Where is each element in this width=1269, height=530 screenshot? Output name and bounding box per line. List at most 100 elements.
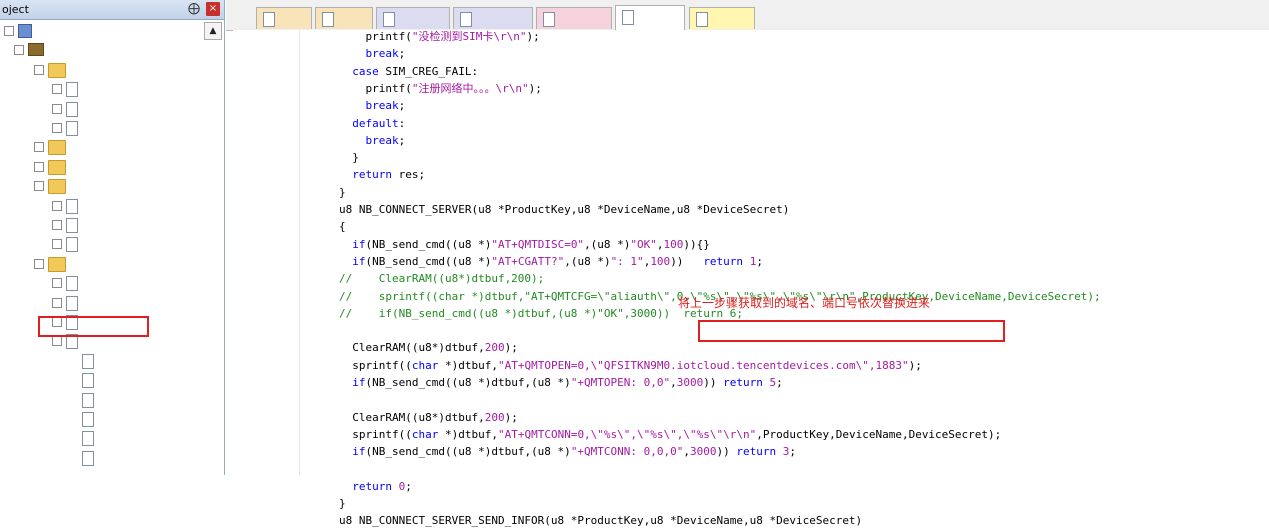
line-number: [233, 339, 291, 357]
code-line[interactable]: if(NB_send_cmd((u8 *)dtbuf,(u8 *)"+QMTCO…: [339, 443, 796, 461]
code-line[interactable]: printf("注册网络中。。。\r\n");: [339, 80, 541, 98]
expand-icon[interactable]: [52, 297, 62, 308]
tab-bc20-c[interactable]: [615, 5, 685, 30]
tree-item[interactable]: [0, 215, 200, 234]
code-line[interactable]: u8 NB_CONNECT_SERVER_SEND_INFOR(u8 *Prod…: [339, 512, 862, 530]
tree-item[interactable]: [0, 448, 200, 467]
pin-icon[interactable]: ⨁: [188, 1, 200, 15]
code-line[interactable]: break;: [339, 45, 406, 63]
code-line[interactable]: return 0;: [339, 478, 412, 496]
line-number: [233, 305, 291, 323]
file-icon: [66, 101, 78, 117]
tree-item[interactable]: [0, 428, 200, 447]
target-icon: [28, 43, 44, 57]
tree-item[interactable]: [0, 60, 200, 79]
line-number: [233, 443, 291, 461]
code-line[interactable]: ClearRAM((u8*)dtbuf,200);: [339, 409, 518, 427]
expand-icon[interactable]: [52, 123, 62, 133]
expand-icon[interactable]: [34, 161, 44, 172]
code-line[interactable]: default:: [339, 115, 405, 133]
collapse-icon[interactable]: [4, 26, 14, 36]
tree-item[interactable]: [0, 390, 200, 409]
tree-item[interactable]: [0, 21, 200, 40]
code-line[interactable]: ClearRAM((u8*)dtbuf,200);: [339, 339, 518, 357]
expand-icon[interactable]: [52, 220, 62, 230]
line-number: [233, 270, 291, 288]
expand-icon[interactable]: [52, 103, 62, 114]
tree-item[interactable]: [0, 409, 200, 428]
file-icon: [82, 412, 94, 427]
tree-item[interactable]: [0, 99, 200, 118]
tree-item[interactable]: [0, 273, 200, 292]
line-number: [233, 426, 291, 444]
folder-icon: [48, 159, 66, 175]
expand-icon[interactable]: [52, 239, 62, 250]
tree-item[interactable]: [0, 176, 200, 195]
code-editor[interactable]: printf("没检测到SIM卡\r\n"); break; case SIM_…: [233, 28, 1269, 527]
tree-item[interactable]: [0, 40, 200, 59]
code-line[interactable]: sprintf((char *)dtbuf,"AT+QMTCONN=0,\"%s…: [339, 426, 1001, 444]
collapse-icon[interactable]: [34, 181, 44, 192]
collapse-icon[interactable]: [52, 336, 62, 347]
line-number: [233, 45, 291, 63]
code-line[interactable]: break;: [339, 97, 406, 115]
tree-item[interactable]: [0, 234, 200, 253]
collapse-icon[interactable]: [14, 45, 24, 56]
code-line[interactable]: {: [339, 218, 346, 236]
line-number: [233, 80, 291, 98]
tree-item[interactable]: [0, 79, 200, 98]
project-panel-header: oject ⨁ ×: [0, 0, 224, 20]
code-line[interactable]: u8 NB_CONNECT_SERVER(u8 *ProductKey,u8 *…: [339, 201, 789, 219]
line-number: [233, 495, 291, 513]
tree-item[interactable]: [0, 293, 200, 312]
code-line[interactable]: if(NB_send_cmd((u8 *)"AT+QMTDISC=0",(u8 …: [339, 236, 710, 254]
expand-icon[interactable]: [52, 84, 62, 95]
collapse-icon[interactable]: [34, 64, 44, 75]
project-panel: oject ⨁ × ▲: [0, 0, 225, 475]
close-icon[interactable]: ×: [206, 2, 220, 16]
code-line[interactable]: printf("没检测到SIM卡\r\n");: [339, 28, 539, 46]
code-line[interactable]: }: [339, 495, 346, 513]
code-line[interactable]: case SIM_CREG_FAIL:: [339, 63, 478, 81]
tree-item[interactable]: [0, 157, 200, 176]
line-number: [233, 253, 291, 271]
code-line[interactable]: }: [339, 149, 359, 167]
code-line[interactable]: sprintf((char *)dtbuf,"AT+QMTOPEN=0,\"QF…: [339, 357, 922, 375]
expand-icon[interactable]: [52, 278, 62, 289]
file-icon: [82, 450, 94, 466]
code-line[interactable]: if(NB_send_cmd((u8 *)"AT+CGATT?",(u8 *)"…: [339, 253, 763, 271]
code-line[interactable]: // ClearRAM((u8*)dtbuf,200);: [339, 270, 544, 288]
tree-item[interactable]: [0, 137, 200, 156]
tab-bc20-h[interactable]: [689, 7, 755, 29]
file-icon: [622, 10, 634, 25]
tree-item[interactable]: [0, 196, 200, 215]
file-icon: [66, 218, 78, 233]
tab-main-c[interactable]: [536, 7, 612, 29]
tab-led-c[interactable]: [315, 7, 373, 29]
annotation-text: 将上一步骤获取到的域名、端口号依次替换进来: [678, 296, 931, 310]
tab-led-h[interactable]: [256, 7, 312, 29]
scroll-up-arrow[interactable]: ▲: [204, 22, 222, 40]
tab-dht11-h[interactable]: [376, 7, 450, 29]
file-icon: [696, 12, 708, 27]
line-number: [233, 236, 291, 254]
tree-item[interactable]: [0, 370, 200, 389]
code-line[interactable]: return res;: [339, 166, 425, 184]
file-icon: [460, 12, 472, 27]
code-line[interactable]: break;: [339, 132, 406, 150]
file-icon: [66, 295, 78, 311]
folder-icon: [48, 179, 66, 195]
file-icon: [82, 392, 94, 408]
line-number: [233, 461, 291, 479]
file-icon: [82, 353, 94, 369]
code-line[interactable]: if(NB_send_cmd((u8 *)dtbuf,(u8 *)"+QMTOP…: [339, 374, 783, 392]
file-icon: [82, 431, 94, 447]
collapse-icon[interactable]: [34, 258, 44, 269]
tree-item[interactable]: [0, 254, 200, 273]
code-line[interactable]: }: [339, 184, 346, 202]
tree-item[interactable]: [0, 351, 200, 370]
tab-dht11-c[interactable]: [453, 7, 533, 29]
expand-icon[interactable]: [34, 142, 44, 153]
expand-icon[interactable]: [52, 200, 62, 211]
tree-item[interactable]: [0, 118, 200, 137]
